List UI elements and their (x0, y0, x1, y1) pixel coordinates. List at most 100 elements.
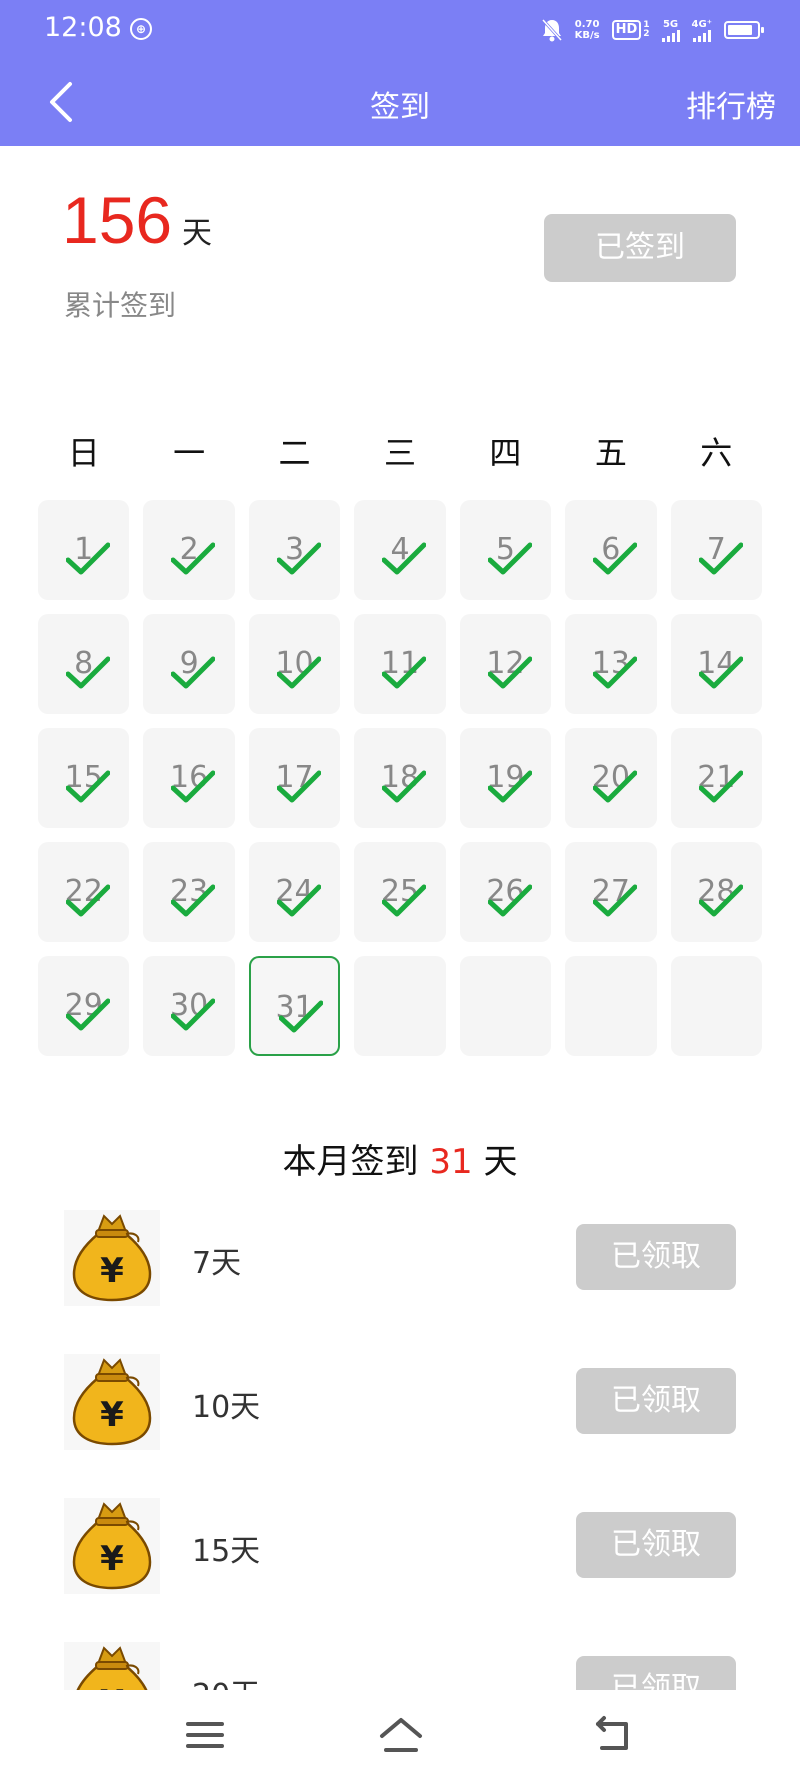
calendar-grid: 1 2 3 4 5 6 7 8 9 10 11 12 13 14 15 16 17 18 19 20 21 22 23 24 2… (38, 500, 762, 1056)
reward-row: ¥10天 已领取 (64, 1354, 736, 1454)
check-icon (698, 884, 743, 917)
calendar-empty-cell (565, 956, 657, 1056)
page-title: 签到 (370, 90, 430, 125)
check-icon (276, 770, 321, 803)
leaderboard-link[interactable]: 排行榜 (686, 82, 776, 126)
check-icon (382, 770, 427, 803)
claim-button[interactable]: 已领取 (576, 1512, 736, 1578)
reward-day-label: 20天 (192, 1670, 260, 1690)
calendar-day: 23 (143, 842, 235, 942)
check-icon (382, 656, 427, 689)
check-icon (487, 656, 532, 689)
status-icons: 0.70 KB/s HD 1 2 5G 4G⁺ (541, 14, 764, 46)
calendar-day: 13 (565, 614, 657, 714)
weekday-label: 三 (383, 434, 416, 472)
money-bag-icon: ¥ (64, 1642, 160, 1690)
month-suffix: 天 (483, 1142, 518, 1182)
month-prefix: 本月签到 (282, 1142, 419, 1182)
signed-in-button[interactable]: 已签到 (544, 214, 736, 282)
claim-button[interactable]: 已领取 (576, 1656, 736, 1690)
svg-text:¥: ¥ (100, 1395, 124, 1435)
speed-unit: KB/s (574, 30, 600, 41)
total-checkin-unit: 天 (182, 216, 212, 251)
calendar-day: 1 (38, 500, 130, 600)
check-icon (593, 884, 638, 917)
hd-label: HD (611, 20, 642, 40)
calendar-day: 21 (670, 728, 762, 828)
check-icon (698, 656, 743, 689)
net1-label: 5G (662, 18, 679, 30)
back-icon (596, 1716, 628, 1750)
check-icon (171, 656, 216, 689)
calendar-day: 25 (354, 842, 446, 942)
weekday-label: 二 (278, 434, 311, 472)
calendar-day: 6 (565, 500, 657, 600)
check-icon (171, 542, 216, 575)
month-checkin-summary: 本月签到 31 天 (0, 1134, 800, 1183)
calendar-day: 4 (354, 500, 446, 600)
network-speed: 0.70 KB/s (575, 19, 600, 41)
svg-text:¥: ¥ (100, 1683, 124, 1690)
money-bag-icon: ¥ (64, 1354, 160, 1450)
calendar-day: 9 (143, 614, 235, 714)
sim2-label: 2 (643, 29, 650, 39)
calendar-day: 20 (565, 728, 657, 828)
calendar-day: 11 (354, 614, 446, 714)
battery-icon (724, 21, 764, 39)
check-icon (698, 770, 743, 803)
app-header: 12:08 ⊕ 0.70 KB/s HD 1 2 5G 4G⁺ 签到 排行榜 (0, 0, 800, 146)
calendar-day: 3 (248, 500, 341, 600)
check-icon (382, 542, 427, 575)
check-icon (276, 542, 321, 575)
nav-back-button[interactable] (588, 1712, 638, 1758)
month-count: 31 (429, 1142, 473, 1182)
speed-value: 0.70 (574, 19, 600, 30)
claim-button[interactable]: 已领取 (576, 1368, 736, 1434)
svg-text:¥: ¥ (100, 1539, 124, 1579)
check-icon (171, 884, 216, 917)
weekday-header: 日一二三四五六 (38, 428, 762, 474)
total-checkin-label: 累计签到 (64, 289, 177, 322)
check-icon (276, 656, 321, 689)
claim-button[interactable]: 已领取 (576, 1224, 736, 1290)
check-icon (382, 884, 427, 917)
calendar-empty-cell (459, 956, 552, 1056)
calendar-day: 2 (143, 500, 235, 600)
calendar-day: 22 (38, 842, 130, 942)
check-icon (487, 884, 532, 917)
calendar-empty-cell (670, 956, 762, 1056)
money-bag-icon: ¥ (64, 1210, 160, 1306)
calendar-day: 15 (38, 728, 130, 828)
check-icon (171, 998, 216, 1031)
calendar-day: 29 (38, 956, 130, 1056)
money-bag-icon: ¥ (64, 1498, 160, 1594)
weekday-label: 四 (489, 434, 522, 472)
calendar-day: 17 (248, 728, 341, 828)
system-nav-bar (0, 1690, 800, 1784)
check-icon (66, 998, 110, 1031)
calendar-day: 16 (143, 728, 235, 828)
notification-icon: ⊕ (130, 18, 152, 40)
calendar-empty-cell (354, 956, 446, 1056)
total-checkin-count: 156 (62, 183, 173, 257)
calendar-day: 8 (38, 614, 130, 714)
signal-5g-icon: 5G (661, 18, 680, 42)
calendar-day: 14 (670, 614, 762, 714)
calendar-day: 10 (248, 614, 341, 714)
status-bar: 12:08 ⊕ 0.70 KB/s HD 1 2 5G 4G⁺ (0, 0, 800, 60)
check-icon (66, 884, 110, 917)
check-icon (171, 770, 216, 803)
check-icon (593, 770, 638, 803)
calendar-day: 12 (459, 614, 552, 714)
menu-button[interactable] (180, 1712, 230, 1758)
check-icon (276, 884, 321, 917)
check-icon (593, 542, 638, 575)
reward-day-label: 10天 (192, 1390, 261, 1425)
reward-day-label: 7天 (192, 1246, 242, 1281)
check-icon (698, 542, 743, 575)
reward-list: ¥7天已领取¥10天已领取¥15天已领取¥20天已领取 (0, 1200, 800, 1690)
home-button[interactable] (376, 1712, 426, 1758)
check-icon (66, 770, 110, 803)
bell-muted-icon (541, 18, 563, 42)
calendar-day: 7 (670, 500, 762, 600)
